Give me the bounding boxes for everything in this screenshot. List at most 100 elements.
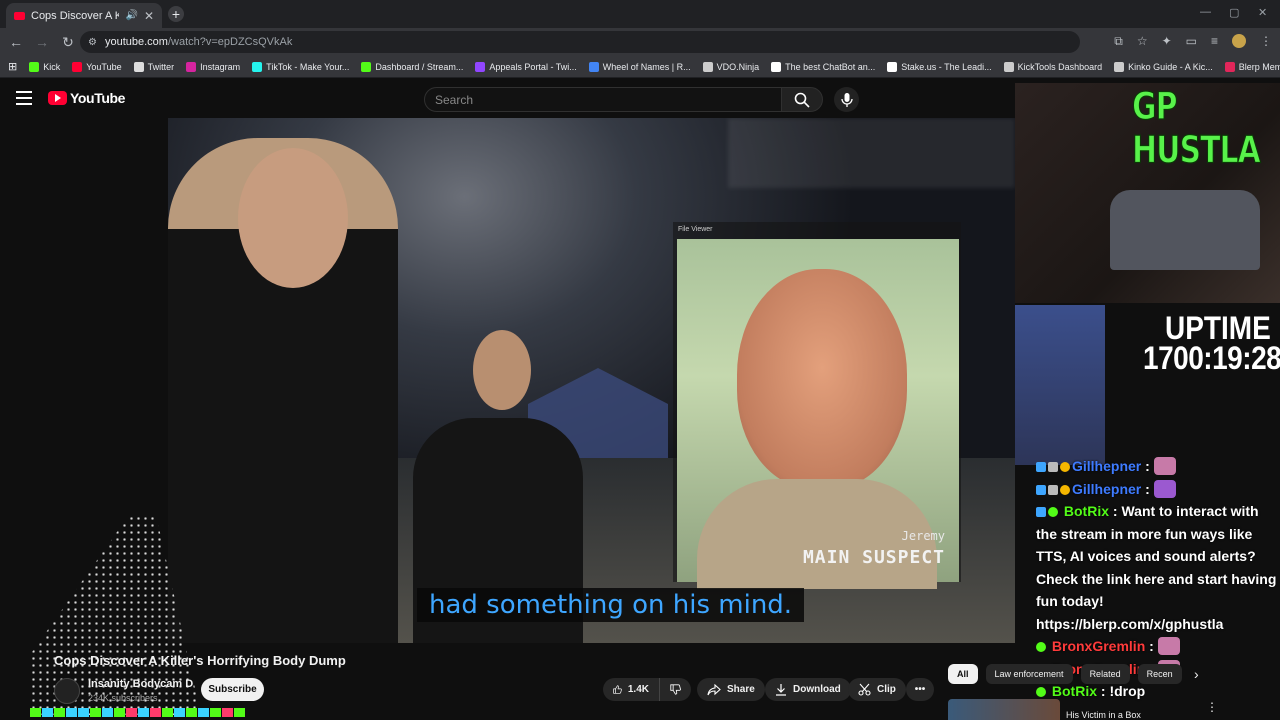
download-icon (776, 684, 786, 696)
more-menu-icon[interactable]: ⋮ (1260, 34, 1272, 49)
leaderboard-strip (30, 708, 245, 717)
bookmark-dashboard[interactable]: Dashboard / Stream... (361, 61, 463, 72)
google-icon (588, 61, 599, 72)
leaderboard-cell (66, 708, 77, 717)
sub-badge-icon (1060, 462, 1070, 472)
chat-username: Gillhepner (1072, 458, 1142, 474)
window-close-icon[interactable]: ✕ (1258, 6, 1267, 19)
leaderboard-cell (162, 708, 173, 717)
chevron-right-icon[interactable]: › (1194, 666, 1199, 682)
new-tab-button[interactable]: + (168, 6, 184, 22)
related-video-title[interactable]: His Victim in a Box (1066, 710, 1141, 720)
leaderboard-cell (42, 708, 53, 717)
bookmark-vdoninja[interactable]: VDO.Ninja (702, 61, 759, 72)
like-button[interactable]: 1.4K (603, 678, 659, 701)
video-caption: had something on his mind. (417, 588, 805, 622)
bookmark-tiktok[interactable]: TikTok - Make Your... (252, 61, 349, 72)
address-bar[interactable]: ⚙ youtube.com/watch?v=epDZCsQVkAk (80, 31, 1080, 53)
bookmark-kick[interactable]: Kick (29, 61, 60, 72)
youtube-logo[interactable]: YouTube (48, 90, 125, 106)
extensions-icon[interactable]: ✦ (1162, 34, 1172, 49)
media-icon[interactable]: ▭ (1186, 34, 1197, 49)
video-player[interactable]: File Viewer Jeremy MAIN SUSPECT had some… (168, 118, 1015, 643)
voice-search-button[interactable] (834, 87, 859, 112)
chip-related[interactable]: Related (1080, 664, 1130, 684)
chip-law-enforcement[interactable]: Law enforcement (985, 664, 1073, 684)
channel-avatar[interactable] (54, 678, 80, 704)
apps-grid-icon[interactable]: ⊞ (8, 60, 17, 73)
clip-label: Clip (877, 684, 896, 695)
close-tab-icon[interactable]: ✕ (144, 9, 154, 23)
bookmark-instagram[interactable]: Instagram (186, 61, 240, 72)
bookmark-label: The best ChatBot an... (785, 61, 876, 72)
bookmark-label: Wheel of Names | R... (602, 61, 691, 72)
chat-separator: : (1141, 458, 1150, 474)
more-horizontal-icon: ••• (914, 684, 926, 695)
site-info-icon[interactable]: ⚙ (88, 37, 97, 48)
back-icon[interactable]: ← (6, 34, 26, 50)
bookmark-twitter[interactable]: Twitter (133, 61, 175, 72)
bookmark-blerp[interactable]: Blerp Memes | Best... (1224, 61, 1280, 72)
file-viewer-window: File Viewer Jeremy MAIN SUSPECT (673, 222, 961, 589)
chat-username: BotRix (1051, 683, 1098, 699)
chat-text: !drop (1105, 683, 1146, 699)
bookmark-appeals[interactable]: Appeals Portal - Twi... (475, 61, 577, 72)
scissors-icon (858, 683, 871, 696)
reload-icon[interactable]: ↻ (58, 34, 78, 51)
verified-badge-icon (1048, 507, 1058, 517)
share-icon (707, 683, 721, 695)
bookmark-label: Twitter (147, 61, 175, 72)
suspect-photo: Jeremy MAIN SUSPECT (677, 239, 959, 589)
channel-subscribers: 234K subscribers (88, 693, 158, 703)
browser-toolbar: ← → ↻ ⚙ youtube.com/watch?v=epDZCsQVkAk … (0, 28, 1280, 56)
chat-separator: : (1109, 503, 1118, 519)
chat-message: Gillhepner : (1036, 478, 1280, 501)
bookmark-wheel[interactable]: Wheel of Names | R... (588, 61, 691, 72)
chip-all[interactable]: All (948, 664, 978, 684)
clip-button[interactable]: Clip (848, 678, 906, 701)
bookmark-stake[interactable]: Stake.us - The Leadi... (887, 61, 992, 72)
hamburger-menu-icon[interactable] (16, 91, 32, 105)
chat-separator: : (1145, 638, 1154, 654)
leaderboard-cell (126, 708, 137, 717)
leaderboard-cell (234, 708, 245, 717)
instagram-icon (186, 61, 197, 72)
file-viewer-title: File Viewer (678, 226, 713, 233)
leaderboard-cell (174, 708, 185, 717)
share-button[interactable]: Share (697, 678, 765, 701)
browser-tab[interactable]: Cops Discover A Killer's Ho 🔊 ✕ (6, 3, 162, 28)
kick-icon (361, 61, 372, 72)
dislike-button[interactable] (659, 678, 691, 701)
address-url: youtube.com/watch?v=epDZCsQVkAk (105, 36, 292, 48)
bookmark-youtube[interactable]: YouTube (72, 61, 122, 72)
related-video-thumbnail[interactable] (948, 699, 1060, 720)
uptime-value: 1700:19:28 (1143, 340, 1280, 376)
reading-list-icon[interactable]: ≡ (1211, 34, 1218, 49)
chat-username: Gillhepner (1072, 480, 1142, 497)
download-button[interactable]: Download (765, 678, 851, 701)
bookmark-kicktools[interactable]: KickTools Dashboard (1003, 61, 1102, 72)
bookmark-kinko[interactable]: Kinko Guide - A Kic... (1114, 61, 1213, 72)
gem-badge-icon (1036, 462, 1046, 472)
subscribe-button[interactable]: Subscribe (201, 678, 264, 701)
bookmark-star-icon[interactable]: ☆ (1137, 34, 1148, 49)
chat-message: Gillhepner : (1036, 455, 1280, 478)
channel-name[interactable]: Insanity Bodycam D (88, 678, 193, 690)
more-vertical-icon[interactable]: ⋮ (1206, 700, 1218, 714)
chip-recent[interactable]: Recen (1137, 664, 1182, 684)
search-input[interactable]: Search (424, 87, 782, 112)
chatbot-icon (771, 61, 782, 72)
twitter-icon (133, 61, 144, 72)
bookmark-chatbot[interactable]: The best ChatBot an... (771, 61, 876, 72)
cast-icon[interactable]: ⧉ (1114, 34, 1123, 49)
minimize-icon[interactable]: — (1200, 6, 1211, 18)
search-button[interactable] (781, 87, 823, 112)
forward-icon[interactable]: → (32, 34, 52, 50)
profile-avatar[interactable] (1232, 34, 1246, 48)
speaker-icon[interactable]: 🔊 (125, 10, 137, 21)
maximize-icon[interactable]: ▢ (1229, 6, 1239, 19)
streamer-name: GP HUSTLA (1132, 84, 1262, 173)
more-actions-button[interactable]: ••• (906, 678, 934, 701)
leaderboard-cell (90, 708, 101, 717)
blerp-icon (1224, 61, 1235, 72)
